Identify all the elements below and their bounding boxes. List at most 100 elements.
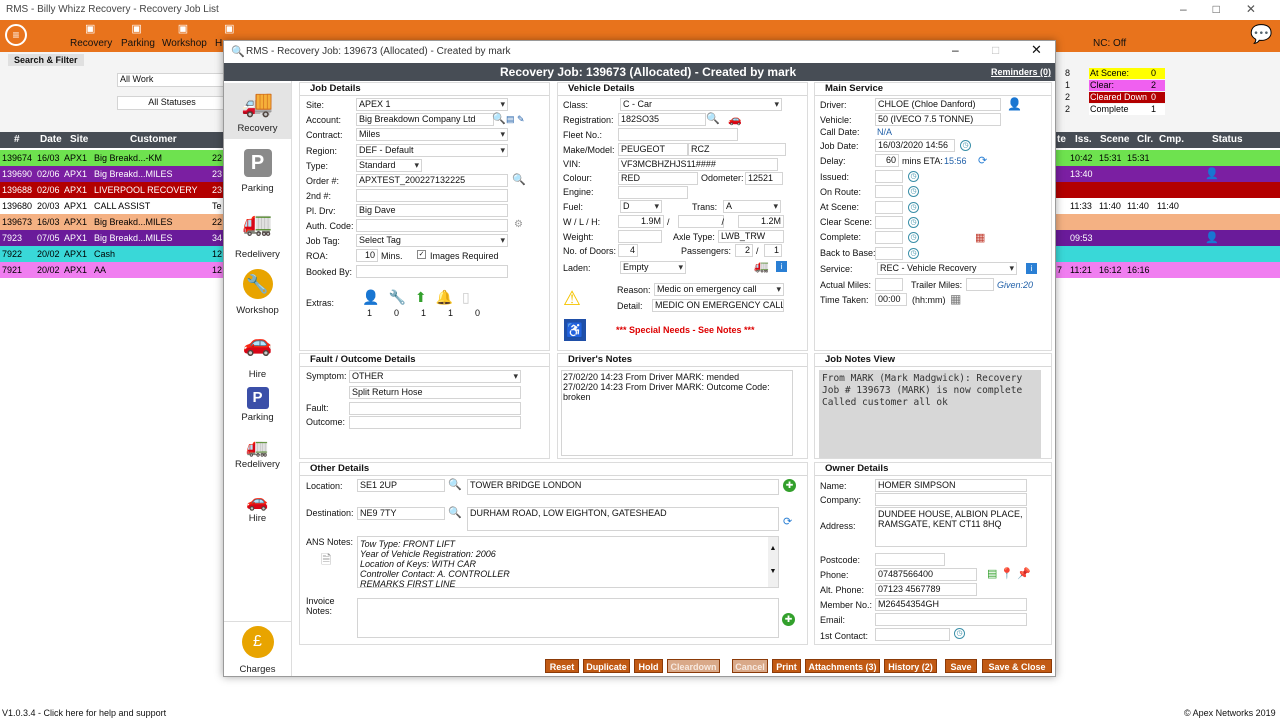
table-row[interactable]: 7923 07/05 APX1 Big Breakd...MILES 34 [0,230,225,246]
col-site[interactable]: Site [70,132,88,148]
table-row-right[interactable]: 13:40 👤 [1055,166,1280,182]
history-button[interactable]: History (2) [884,659,937,673]
maximize-button[interactable]: □ [992,43,999,57]
fault-field[interactable] [349,402,521,415]
driver-field[interactable]: CHLOE (Chloe Danford) [875,98,1001,111]
nav-hire-2[interactable]: 🚗 Hire [224,489,291,539]
hold-button[interactable]: Hold [634,659,663,673]
status-time-field[interactable] [875,185,903,199]
service-select[interactable]: REC - Vehicle Recovery [877,262,1017,275]
passengers-field-1[interactable]: 2 [735,244,753,257]
info-icon[interactable]: i [776,261,787,272]
vin-field[interactable]: VF3MCBHZHJS11#### [618,158,778,171]
nav-parking-2[interactable]: P Parking [224,387,291,437]
registration-field[interactable]: 182SO35 [618,113,706,126]
invoice-add-icon[interactable]: ✚ [782,613,795,626]
save-button[interactable]: Save [945,659,977,673]
table-row-right[interactable]: 09:53 👤 [1055,230,1280,246]
owner-postcode-field[interactable] [875,553,945,566]
site-select[interactable]: APEX 1 [356,98,508,111]
member-no-field[interactable]: M26454354GH [875,598,1027,611]
class-select[interactable]: C - Car [620,98,782,111]
outcome-field[interactable] [349,416,521,429]
location-add-icon[interactable]: ✚ [783,479,796,492]
destination-field[interactable]: DURHAM ROAD, LOW EIGHTON, GATESHEAD [467,507,779,531]
trailer-miles-field[interactable] [966,278,994,291]
engine-field[interactable] [618,186,688,199]
location-postcode-field[interactable]: SE1 2UP [357,479,445,492]
window-controls[interactable]: –□✕ [1180,2,1280,16]
auth-code-icon[interactable]: ⚙ [514,219,523,230]
destination-route-icon[interactable]: ⟳ [783,515,792,528]
col-issued[interactable]: Iss. [1075,132,1092,148]
symptom-detail-field[interactable]: Split Return Hose [349,386,521,399]
nav-charges[interactable]: £ Charges [224,621,291,675]
type-select[interactable]: Standard [356,159,422,172]
status-clock-icon[interactable]: ◷ [908,201,919,213]
print-button[interactable]: Print [772,659,801,673]
symptom-select[interactable]: OTHER [349,370,521,383]
eta-refresh-icon[interactable]: ⟳ [978,154,987,167]
width-field[interactable]: 1.9M [618,215,664,228]
menu-icon[interactable]: ≡ [5,24,27,46]
job-date-field[interactable]: 16/03/2020 14:56 [875,139,955,152]
fuel-select[interactable]: D [620,200,662,213]
make-field[interactable]: PEUGEOT [618,143,688,156]
table-row[interactable]: 7921 20/02 APX1 AA 12 [0,262,225,278]
laden-vehicle-icon[interactable]: 🚛 [754,259,769,273]
reason-select[interactable]: Medic on emergency call [654,283,784,296]
doors-field[interactable]: 4 [618,244,638,257]
minimize-button[interactable]: – [952,43,959,57]
col-clear[interactable]: Clr. [1137,132,1153,148]
nav-redelivery[interactable]: 🚛 Redelivery [224,205,291,261]
table-row-right[interactable]: 10:42 15:31 15:31 [1055,150,1280,166]
owner-name-field[interactable]: HOMER SIMPSON [875,479,1027,492]
time-taken-field[interactable]: 00:00 [875,293,907,306]
first-contact-field[interactable] [875,628,950,641]
account-extra-icons[interactable]: ▤ ✎ [506,114,525,125]
col-number[interactable]: # [14,132,20,148]
table-row-right[interactable]: 11:33 11:40 11:40 11:40 [1055,198,1280,214]
phone-action-icons[interactable]: ▤📍📌 [987,567,1034,580]
delay-field[interactable]: 60 [875,154,899,167]
status-time-field[interactable] [875,246,903,260]
email-field[interactable] [875,613,1027,626]
toolbar-recovery[interactable]: Recovery [70,38,112,49]
booked-by-field[interactable] [356,265,508,278]
odometer-field[interactable]: 12521 [745,172,783,185]
chat-icon[interactable]: 💬 [1250,24,1272,45]
ans-notes-text[interactable]: Tow Type: FRONT LIFT Year of Vehicle Reg… [357,536,779,588]
table-row-right[interactable] [1055,246,1280,262]
nav-hire[interactable]: 🚗 Hire [224,325,291,381]
alt-phone-field[interactable]: 07123 4567789 [875,583,977,596]
complete-calendar-icon[interactable]: ▦ [975,231,985,244]
nav-parking[interactable]: P Parking [224,145,291,201]
driver-notes-text[interactable]: 27/02/20 14:23 From Driver MARK: mended … [561,370,793,456]
region-select[interactable]: DEF - Default [356,144,508,157]
ans-scrollbar[interactable]: ▲ ▼ [768,537,778,587]
driver-person-icon[interactable]: 👤 [1007,97,1022,111]
status-time-field[interactable] [875,200,903,214]
actual-miles-field[interactable] [875,278,903,291]
table-row[interactable]: 7922 20/02 APX1 Cash 12 [0,246,225,262]
duplicate-button[interactable]: Duplicate [583,659,630,673]
trans-select[interactable]: A [723,200,781,213]
col-customer[interactable]: Customer [130,132,177,148]
extras-icons[interactable]: 👤🔧⬆🔔▯ [362,289,479,306]
col-date[interactable]: Date [40,132,62,148]
account-field[interactable]: Big Breakdown Company Ltd [356,113,494,126]
account-search-icon[interactable]: 🔍 [492,114,506,125]
reset-button[interactable]: Reset [545,659,579,673]
legend-item[interactable]: Cleared Down 0 [1089,92,1165,103]
weight-field[interactable] [618,230,662,243]
save-close-button[interactable]: Save & Close [982,659,1052,673]
car-icon[interactable]: 🚗 [728,113,742,126]
work-filter[interactable]: All Work [117,73,227,87]
col-scene[interactable]: Scene [1100,132,1129,148]
toolbar-hire[interactable]: H [215,38,222,49]
col-te[interactable]: te [1057,132,1066,148]
status-filter[interactable]: All Statuses [117,96,227,110]
table-row[interactable]: 139690 02/06 APX1 Big Breakd...MILES 23 [0,166,225,182]
version-link[interactable]: V1.0.3.4 - Click here for help and suppo… [2,708,166,718]
registration-search-icon[interactable]: 🔍 [706,114,720,125]
